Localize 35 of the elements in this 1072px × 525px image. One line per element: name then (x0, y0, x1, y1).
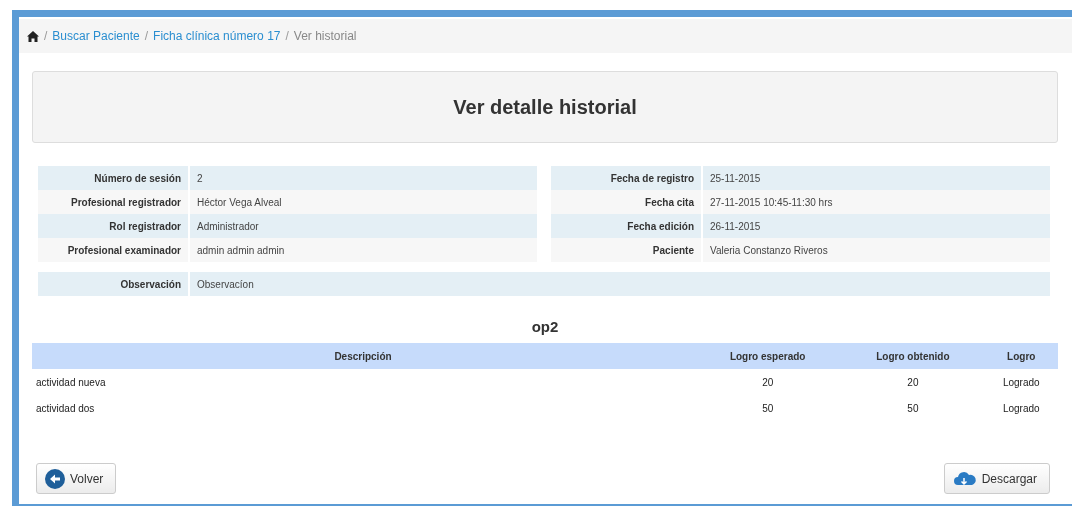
detail-label: Observación (38, 272, 190, 296)
breadcrumb-separator: / (285, 29, 289, 43)
detail-label: Profesional examinador (38, 238, 190, 262)
detail-value: 25-11-2015 (709, 172, 761, 184)
back-button[interactable]: Volver (36, 463, 117, 494)
breadcrumb-separator: / (44, 29, 48, 43)
column-header: Logro esperado (694, 343, 842, 369)
cloud-download-icon (952, 470, 977, 487)
table-cell: Logrado (984, 369, 1058, 395)
column-header: Logro (984, 343, 1058, 369)
column-header: Logro obtenido (841, 343, 985, 369)
table-cell-text: actividad dos (35, 401, 96, 416)
column-header: Descripción (32, 343, 694, 369)
table-cell-text: 50 (906, 401, 920, 416)
download-button[interactable]: Descargar (943, 463, 1050, 494)
table-cell: 20 (841, 369, 985, 395)
breadcrumb-separator: / (144, 29, 149, 43)
detail-value: Valeria Constanzo Riveros (709, 244, 828, 256)
detail-value: Administrador (196, 220, 259, 232)
table-cell: actividad nueva (32, 369, 694, 395)
table-cell: 20 (694, 369, 842, 395)
detail-value: 27-11-2015 10:45-11:30 hrs (709, 196, 833, 208)
page-title: Ver detalle historial (453, 95, 637, 119)
arrow-left-icon (45, 468, 65, 489)
detail-value: Observacíon (196, 278, 254, 290)
table-cell-text: 50 (761, 401, 775, 416)
breadcrumb-current: Ver historial (293, 29, 357, 43)
detail-value: 2 (196, 172, 203, 184)
section-title: op2 (530, 317, 560, 337)
detail-label: Paciente (551, 238, 703, 262)
detail-value: admin admin admin (196, 244, 285, 256)
home-icon[interactable] (27, 30, 39, 42)
detail-value: Héctor Vega Alveal (196, 196, 282, 208)
detail-value: 26-11-2015 (709, 220, 761, 232)
table-cell-text: Logrado (1001, 401, 1041, 416)
